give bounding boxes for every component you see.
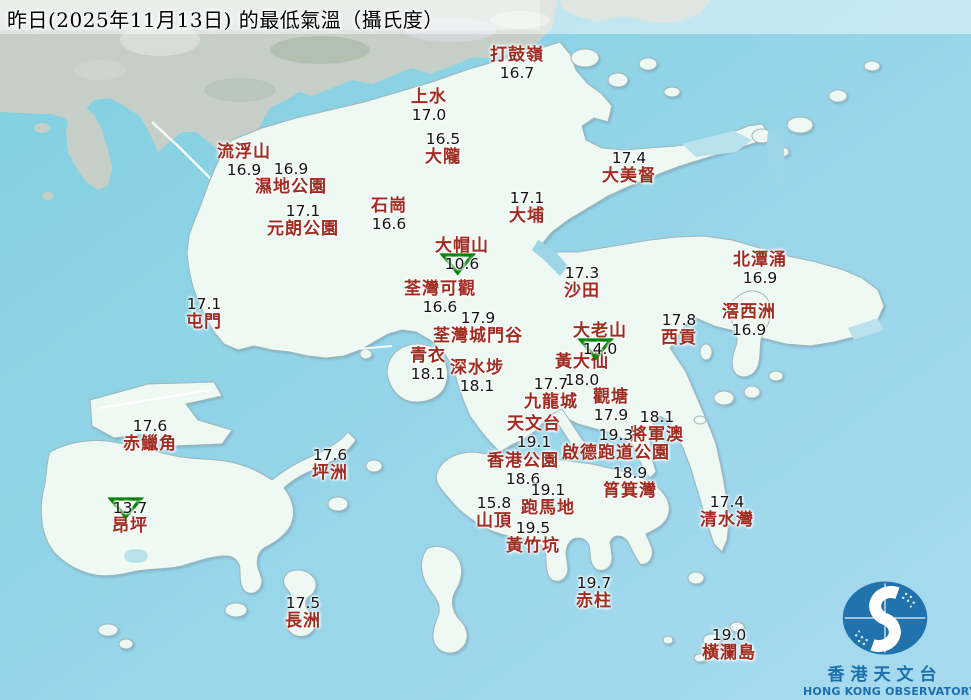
- weather-station-label: 17.3 沙田: [502, 264, 662, 302]
- station-temperature-value: 19.3: [598, 426, 634, 444]
- station-name: 橫瀾島: [702, 643, 756, 664]
- weather-station-label: 19.0 橫瀾島: [649, 626, 809, 664]
- station-name: 清水灣: [700, 510, 754, 531]
- station-temperature-value: 17.1: [509, 189, 545, 207]
- weather-station-label: 上水 17.0: [349, 88, 509, 124]
- hko-logo-name-zh: 香港天文台: [827, 665, 943, 685]
- station-temperature-value: 16.6: [371, 214, 407, 233]
- page-title: 昨日(2025年11月13日) 的最低氣溫（攝氏度）: [7, 8, 444, 32]
- station-temperature-value: 16.9: [742, 268, 778, 287]
- station-name: 流浮山: [217, 142, 271, 162]
- station-temperature-value: 16.5: [425, 130, 461, 148]
- station-temperature-value: 17.3: [564, 264, 600, 282]
- hko-logo-name-en: HONG KONG OBSERVATORY: [803, 685, 971, 698]
- station-name: 上水: [411, 87, 447, 107]
- station-name: 黃竹坑: [506, 536, 560, 557]
- hko-min-temperature-map: 昨日(2025年11月13日) 的最低氣溫（攝氏度） 打鼓嶺 16.7 上水 17.0…: [0, 0, 971, 700]
- weather-station-label: 北潭涌 16.9: [680, 251, 840, 287]
- station-name: 坪洲: [312, 463, 348, 484]
- station-temperature-value: 16.7: [499, 63, 535, 82]
- station-name: 濕地公園: [255, 177, 327, 198]
- station-temperature-value: 19.5: [515, 519, 551, 537]
- station-name: 石崗: [371, 196, 407, 216]
- weather-station-label: 17.1 大埔: [447, 189, 607, 227]
- weather-station-label: 石崗 16.6: [309, 197, 469, 233]
- station-temperature-value: 17.1: [186, 295, 222, 313]
- weather-station-label: 19.7 赤柱: [514, 574, 674, 612]
- station-name: 大隴: [425, 147, 461, 168]
- weather-station-label: 17.6 坪洲: [250, 446, 410, 484]
- station-temperature-value: 17.6: [312, 446, 348, 464]
- station-temperature-value: 17.4: [709, 493, 745, 511]
- station-temperature-value: 18.9: [612, 464, 648, 482]
- station-name: 長洲: [285, 611, 321, 632]
- station-name: 屯門: [186, 312, 222, 333]
- station-temperature-value: 17.5: [285, 594, 321, 612]
- station-temperature-value: 19.0: [711, 626, 747, 644]
- weather-station-label: 13.7 昂坪: [50, 497, 210, 536]
- weather-station-label: 17.4 清水灣: [647, 493, 807, 531]
- station-name: 打鼓嶺: [490, 45, 544, 65]
- station-temperature-value: 17.6: [132, 417, 168, 435]
- weather-station-label: 17.5 長洲: [223, 594, 383, 632]
- weather-station-label: 打鼓嶺 16.7: [437, 46, 597, 82]
- station-name: 沙田: [564, 281, 600, 302]
- station-name: 大美督: [602, 166, 656, 187]
- station-temperature-value: 13.7: [50, 497, 210, 520]
- station-temperature-value: 17.0: [411, 105, 447, 124]
- weather-station-label: 17.6 赤鱲角: [70, 417, 230, 455]
- hko-logo: 香港天文台 HONG KONG OBSERVATORY: [803, 579, 971, 698]
- station-name: 赤柱: [576, 591, 612, 612]
- station-temperature-value: 19.7: [576, 574, 612, 592]
- station-temperature-value: 17.4: [611, 149, 647, 167]
- weather-station-label: 16.5 大隴: [363, 130, 523, 168]
- station-name: 赤鱲角: [123, 434, 177, 455]
- station-name: 北潭涌: [733, 250, 787, 270]
- station-name: 大埔: [509, 206, 545, 227]
- weather-station-label: 17.1 屯門: [124, 295, 284, 333]
- station-name: 荃灣可觀: [404, 279, 476, 299]
- weather-station-label: 17.4 大美督: [549, 149, 709, 187]
- weather-station-label: 19.5 黃竹坑: [453, 519, 613, 557]
- hko-logo-icon: [842, 581, 928, 655]
